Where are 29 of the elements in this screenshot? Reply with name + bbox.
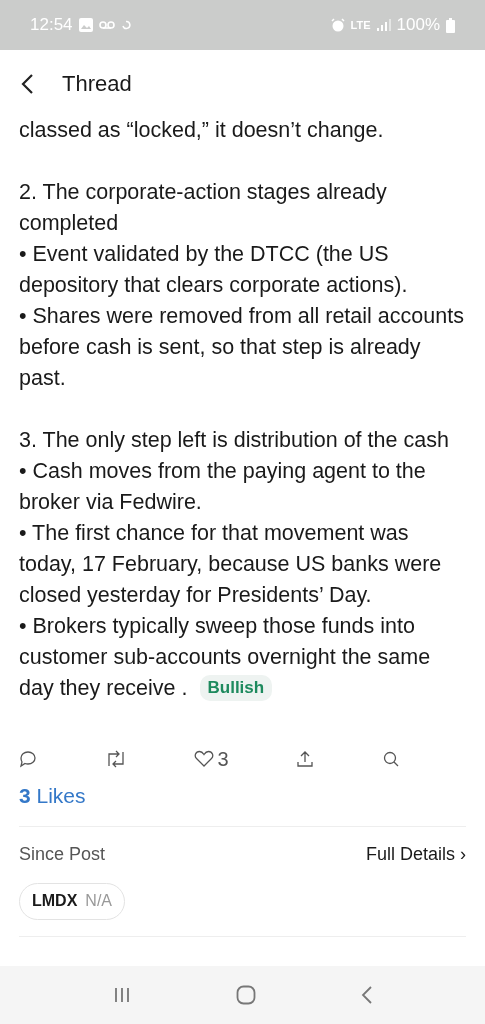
post-text: classed as “locked,” it doesn’t change. (19, 117, 385, 144)
post-text: • Brokers typically sweep those funds into customer sub-accounts overnight the same day they receive . Bullish (19, 613, 432, 703)
ticker-symbol: LMDX (32, 891, 78, 911)
sentiment-tag: Bullish (199, 675, 273, 701)
section-heading: 3. The only step left is distribution of the cash (19, 427, 450, 454)
share-icon[interactable] (296, 750, 315, 768)
likes-link[interactable]: 3 Likes (19, 784, 86, 807)
recent-apps-icon[interactable] (112, 987, 131, 1003)
image-icon (78, 18, 93, 32)
header-title: Thread (62, 70, 132, 98)
home-icon[interactable] (235, 985, 256, 1005)
heart-icon (194, 750, 215, 768)
alarm-icon (330, 18, 345, 32)
back-icon[interactable] (20, 72, 34, 95)
full-details-link[interactable]: Full Details › (365, 841, 466, 868)
post-text: • Shares were removed from all retail accounts before cash is sent, so that step is already past. (19, 303, 465, 392)
battery-icon (446, 17, 455, 33)
post-text: • Cash moves from the paying agent to the broker via Fedwire. (19, 458, 427, 516)
section-heading: 2. The corporate-action stages already completed (19, 179, 388, 237)
sync-icon (120, 20, 131, 30)
post-text: • The first chance for that movement was today, 17 February, because US banks were closed yesterday for Presidents’ Day. (19, 520, 443, 609)
post-text: • Event validated by the DTCC (the US depository that clears corporate actions). (19, 241, 409, 299)
since-post-label: Since Post (19, 843, 106, 866)
comment-icon[interactable] (19, 750, 37, 768)
ticker-change: N/A (85, 891, 112, 911)
like-button[interactable]: 3 (194, 744, 229, 774)
voicemail-icon (98, 20, 115, 30)
search-icon[interactable] (382, 750, 400, 768)
signal-icon (376, 19, 391, 31)
